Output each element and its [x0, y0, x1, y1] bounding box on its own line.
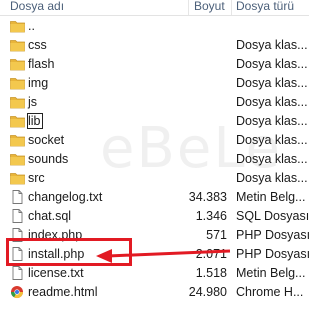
annotation-arrow-icon: [96, 249, 231, 263]
